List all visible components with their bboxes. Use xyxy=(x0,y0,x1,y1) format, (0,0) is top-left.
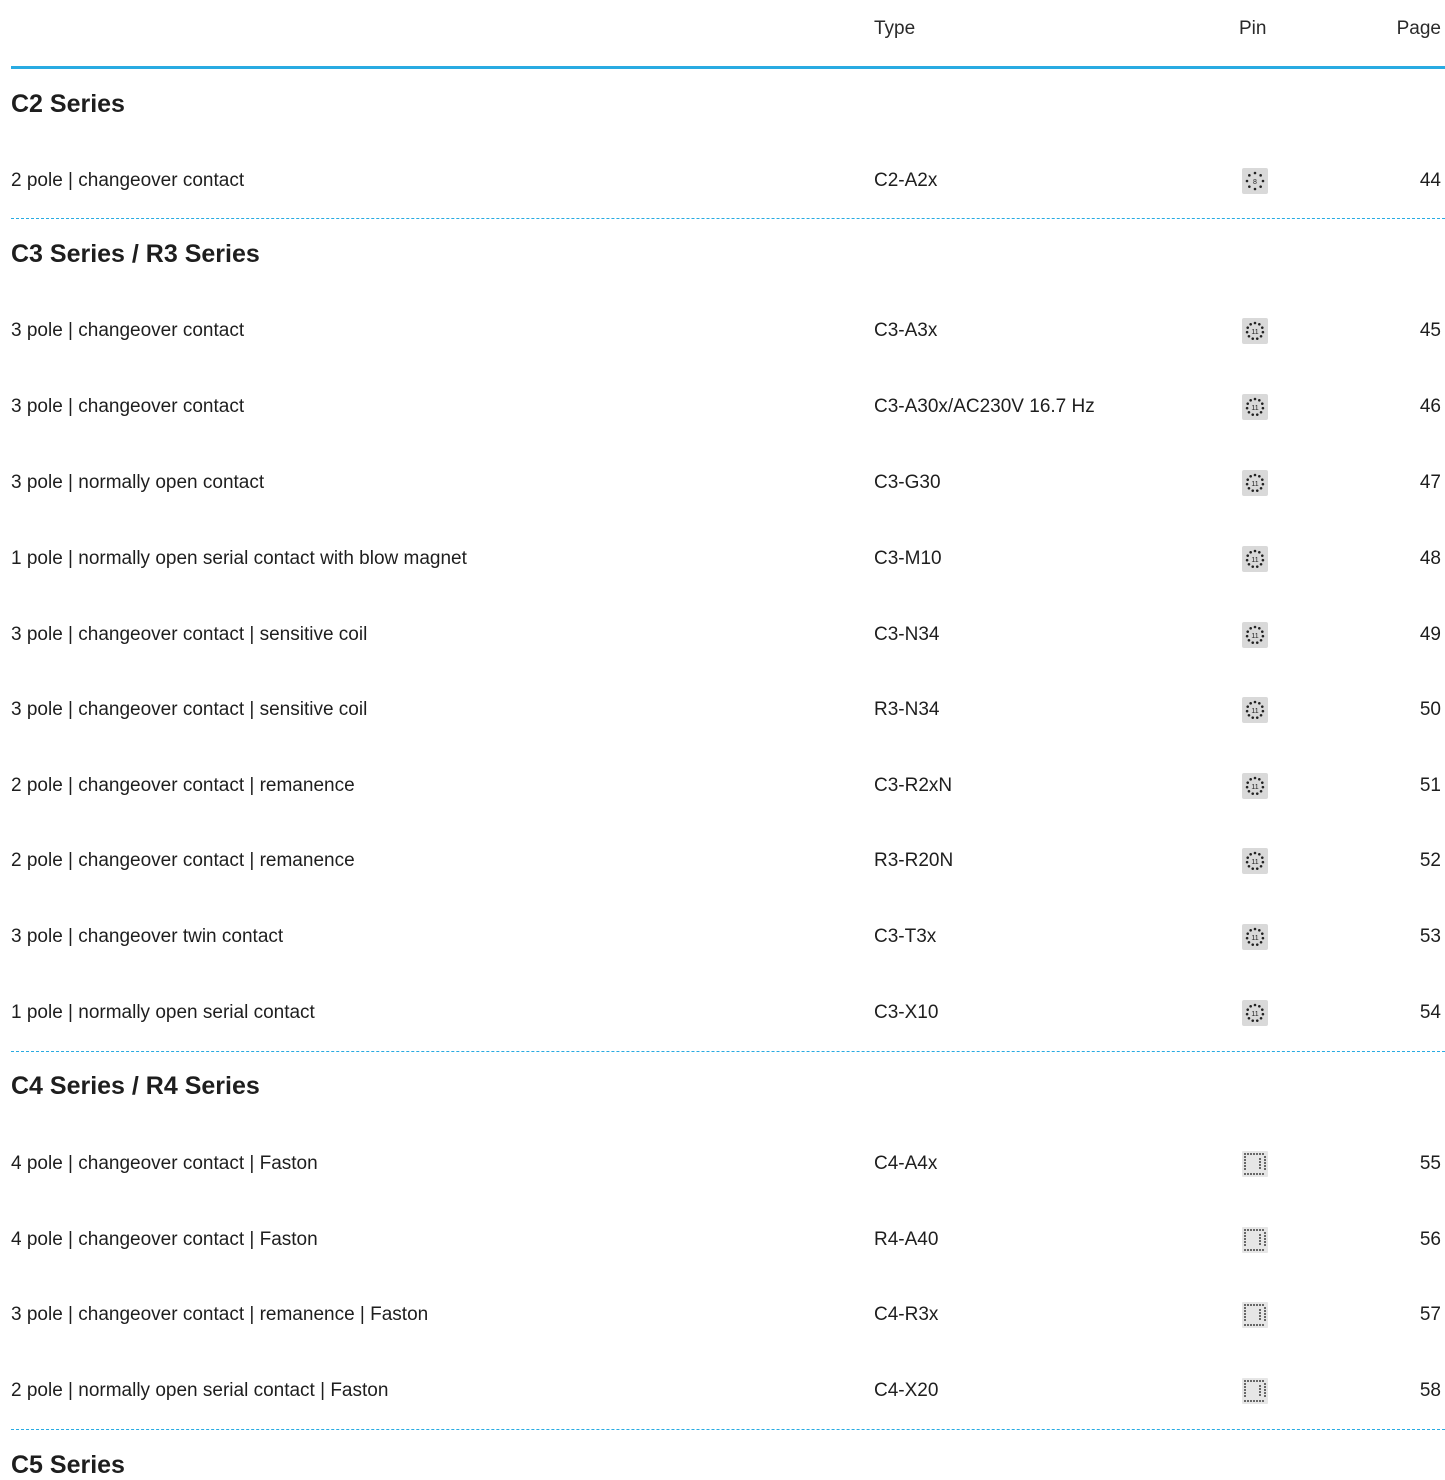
11-pin-round-icon: 11 xyxy=(1242,1000,1268,1026)
header-type: Type xyxy=(874,18,916,39)
row-description: 4 pole | changeover contact | Faston xyxy=(11,1229,318,1250)
row-type: C3-N34 xyxy=(874,624,940,645)
row-page[interactable]: 56 xyxy=(1420,1224,1441,1256)
row-type: R4-A40 xyxy=(874,1229,939,1250)
11-pin-round-icon: 11 xyxy=(1242,924,1268,950)
row-description: 2 pole | changeover contact xyxy=(11,170,245,191)
table-row[interactable]: 3 pole | changeover contact | sensitive … xyxy=(0,694,1445,726)
row-type: C3-M10 xyxy=(874,548,942,569)
table-row[interactable]: 3 pole | changeover contact C3-A30x/AC230… xyxy=(0,391,1445,423)
11-pin-round-icon: 11 xyxy=(1242,470,1268,496)
svg-text:11: 11 xyxy=(1251,859,1258,866)
11-pin-round-icon: 11 xyxy=(1242,697,1268,723)
svg-text:11: 11 xyxy=(1251,1011,1258,1018)
row-page[interactable]: 52 xyxy=(1420,845,1441,877)
row-description: 4 pole | changeover contact | Faston xyxy=(11,1153,318,1174)
svg-text:11: 11 xyxy=(1251,481,1258,488)
row-description: 1 pole | normally open serial contact xyxy=(11,1002,315,1023)
row-type: C3-A30x/AC230V 16.7 Hz xyxy=(874,396,1095,417)
row-page[interactable]: 57 xyxy=(1420,1299,1441,1331)
row-page[interactable]: 53 xyxy=(1420,921,1441,953)
table-header: Type Pin Page xyxy=(0,0,1445,70)
table-row[interactable]: 3 pole | changeover twin contact C3-T3x 11… xyxy=(0,921,1445,953)
section-divider xyxy=(11,218,1445,219)
table-row[interactable]: 3 pole | changeover contact C3-A3x 11 45 xyxy=(0,315,1445,347)
row-type: C3-R2xN xyxy=(874,775,953,796)
row-description: 1 pole | normally open serial contact wi… xyxy=(11,548,467,569)
row-description: 2 pole | changeover contact | remanence xyxy=(11,775,355,796)
svg-text:11: 11 xyxy=(1251,935,1258,942)
table-row[interactable]: 2 pole | changeover contact | remanence R… xyxy=(0,845,1445,877)
row-description: 3 pole | changeover twin contact xyxy=(11,926,284,947)
table-row[interactable]: 2 pole | normally open serial contact | … xyxy=(0,1375,1445,1407)
section-title: C4 Series / R4 Series xyxy=(11,1072,260,1100)
row-description: 2 pole | normally open serial contact | … xyxy=(11,1380,389,1401)
11-pin-round-icon: 11 xyxy=(1242,394,1268,420)
section-divider xyxy=(11,1051,1445,1052)
row-type: C4-A4x xyxy=(874,1153,938,1174)
row-page[interactable]: 45 xyxy=(1420,315,1441,347)
row-description: 3 pole | changeover contact xyxy=(11,396,245,417)
11-pin-round-icon: 11 xyxy=(1242,622,1268,648)
11-pin-round-icon: 11 xyxy=(1242,848,1268,874)
row-type: C4-X20 xyxy=(874,1380,939,1401)
row-page[interactable]: 51 xyxy=(1420,770,1441,802)
row-page[interactable]: 46 xyxy=(1420,391,1441,423)
table-row[interactable]: 3 pole | normally open contact C3-G30 11 47 xyxy=(0,467,1445,499)
row-description: 3 pole | changeover contact | sensitive … xyxy=(11,699,368,720)
row-description: 2 pole | changeover contact | remanence xyxy=(11,850,355,871)
svg-text:11: 11 xyxy=(1251,557,1258,564)
11-pin-round-icon: 11 xyxy=(1242,318,1268,344)
row-description: 3 pole | changeover contact | sensitive … xyxy=(11,624,368,645)
svg-text:11: 11 xyxy=(1251,633,1258,640)
row-type: C3-X10 xyxy=(874,1002,939,1023)
svg-text:11: 11 xyxy=(1251,329,1258,336)
row-type: C3-T3x xyxy=(874,926,937,947)
row-type: C3-G30 xyxy=(874,472,941,493)
section-title: C3 Series / R3 Series xyxy=(11,240,260,268)
11-pin-round-icon: 11 xyxy=(1242,773,1268,799)
row-page[interactable]: 58 xyxy=(1420,1375,1441,1407)
row-description: 3 pole | changeover contact | remanence … xyxy=(11,1304,429,1325)
header-pin: Pin xyxy=(1239,18,1267,39)
row-page[interactable]: 54 xyxy=(1420,997,1441,1029)
table-row[interactable]: 2 pole | changeover contact | remanence C… xyxy=(0,770,1445,802)
faston-square-icon xyxy=(1242,1151,1268,1177)
row-type: R3-R20N xyxy=(874,850,954,871)
row-page[interactable]: 44 xyxy=(1420,165,1441,197)
row-type: R3-N34 xyxy=(874,699,940,720)
row-description: 3 pole | changeover contact xyxy=(11,320,245,341)
row-page[interactable]: 48 xyxy=(1420,543,1441,575)
row-type: C2-A2x xyxy=(874,170,938,191)
svg-text:11: 11 xyxy=(1251,708,1258,715)
table-row[interactable]: 1 pole | normally open serial contact wi… xyxy=(0,543,1445,575)
table-row[interactable]: 4 pole | changeover contact | Faston C4-A… xyxy=(0,1148,1445,1180)
header-page: Page xyxy=(1396,18,1441,39)
8-pin-round-icon: 8 xyxy=(1242,168,1268,194)
table-row[interactable]: 1 pole | normally open serial contact C3-… xyxy=(0,997,1445,1029)
section-title: C2 Series xyxy=(11,90,125,118)
row-type: C3-A3x xyxy=(874,320,938,341)
header-rule xyxy=(11,66,1445,69)
svg-text:8: 8 xyxy=(1253,179,1257,186)
faston-square-icon xyxy=(1242,1302,1268,1328)
row-page[interactable]: 50 xyxy=(1420,694,1441,726)
faston-square-icon xyxy=(1242,1227,1268,1253)
svg-text:11: 11 xyxy=(1251,784,1258,791)
row-description: 3 pole | normally open contact xyxy=(11,472,265,493)
row-page[interactable]: 49 xyxy=(1420,619,1441,651)
row-page[interactable]: 55 xyxy=(1420,1148,1441,1180)
section-divider xyxy=(11,1429,1445,1430)
table-row[interactable]: 3 pole | changeover contact | remanence … xyxy=(0,1299,1445,1331)
faston-square-icon xyxy=(1242,1378,1268,1404)
section-title: C5 Series xyxy=(11,1451,125,1479)
row-type: C4-R3x xyxy=(874,1304,939,1325)
table-row[interactable]: 4 pole | changeover contact | Faston R4-A… xyxy=(0,1224,1445,1256)
table-row[interactable]: 2 pole | changeover contact C2-A2x 8 44 xyxy=(0,165,1445,197)
row-page[interactable]: 47 xyxy=(1420,467,1441,499)
svg-text:11: 11 xyxy=(1251,405,1258,412)
11-pin-round-icon: 11 xyxy=(1242,546,1268,572)
table-row[interactable]: 3 pole | changeover contact | sensitive … xyxy=(0,619,1445,651)
